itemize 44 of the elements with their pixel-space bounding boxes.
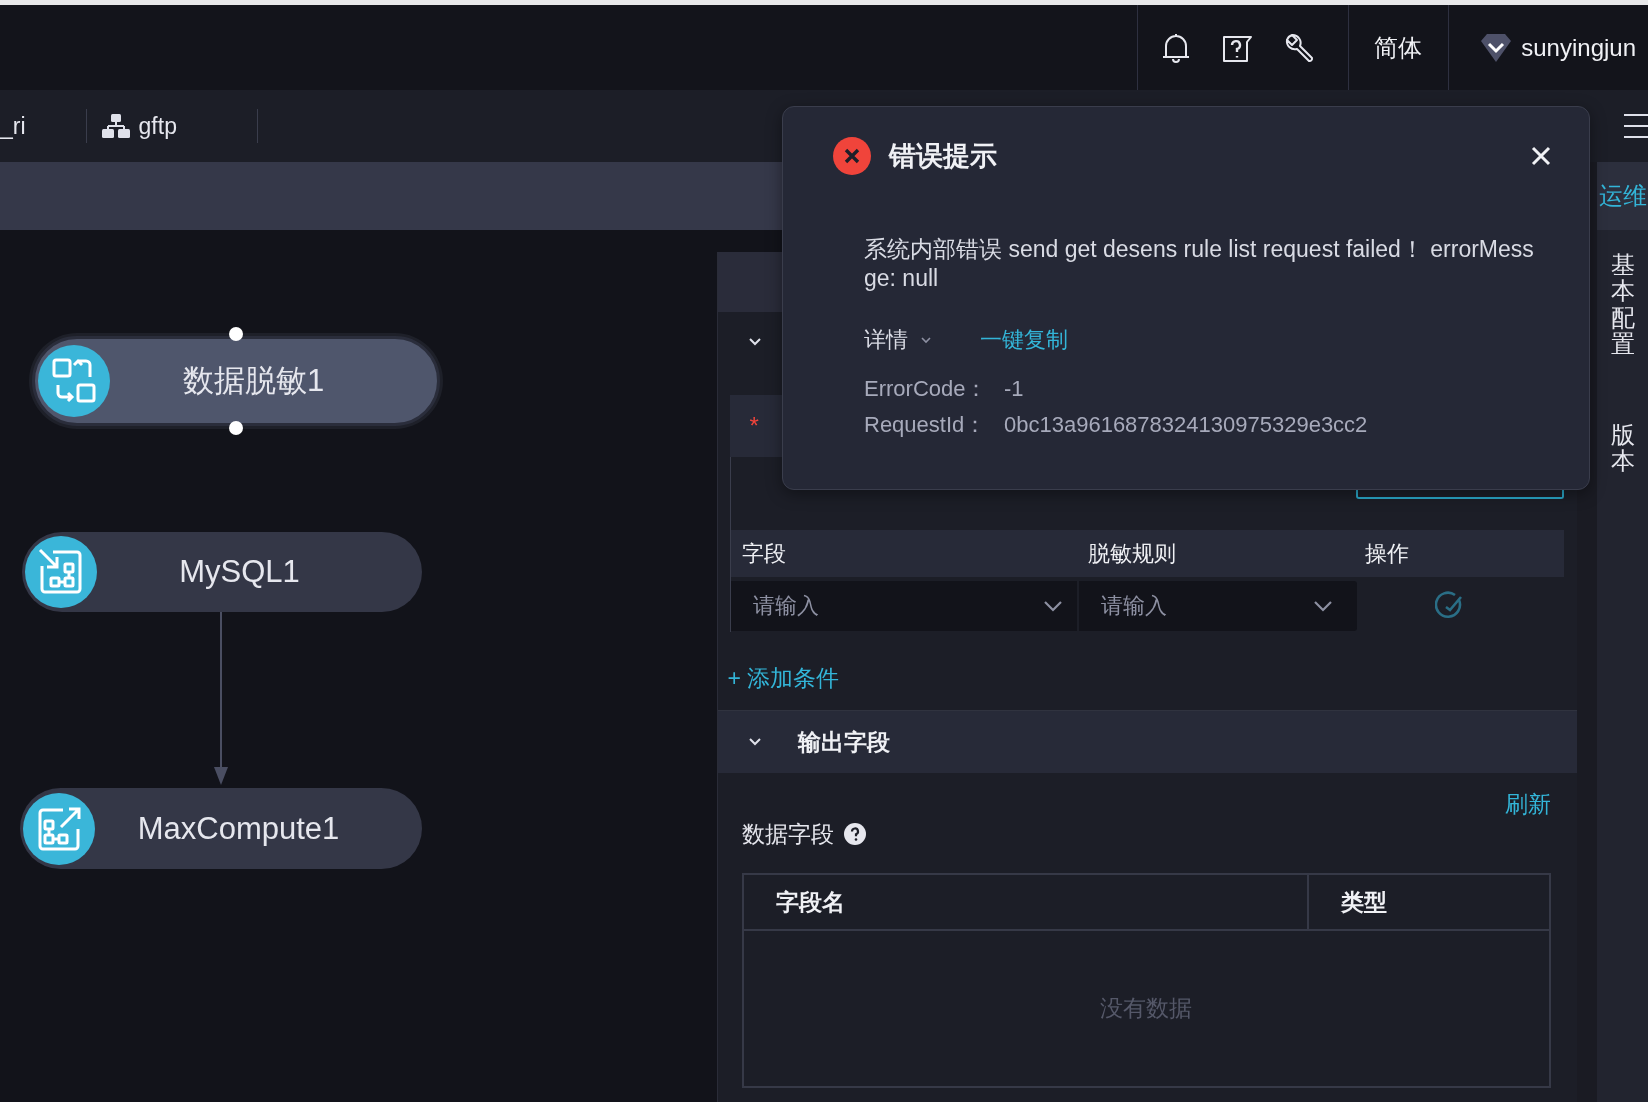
diamond-icon (1479, 32, 1514, 63)
error-message: 系统内部错误 send get desens rule list request failed！ errorMess ge: null (864, 235, 1535, 293)
detail-label: RequestId： (864, 411, 988, 439)
section-title: 输出字段 (797, 727, 890, 757)
required-mark: * (749, 412, 759, 440)
dialog-title: 错误提示 (889, 140, 997, 173)
add-condition-link[interactable]: + 添加条件 (727, 662, 840, 694)
workflow-tab[interactable]: _ri (0, 112, 86, 140)
hierarchy-icon (100, 113, 131, 139)
workflow-node[interactable]: 数据脱敏1 (32, 336, 440, 426)
column-header: 字段名 (775, 887, 845, 917)
help-icon[interactable] (843, 823, 866, 845)
details-toggle[interactable]: 详情 (864, 325, 908, 355)
detail-value: 0bc13a9616878324130975329e3cc2 (1004, 412, 1368, 438)
column-header: 操作 (1363, 539, 1409, 568)
select-field[interactable]: 请输入 (730, 581, 1077, 631)
side-tab[interactable]: 版本 (1610, 421, 1635, 475)
select-field[interactable]: 请输入 (1078, 581, 1357, 631)
workflow-tab[interactable]: gftp (86, 112, 257, 140)
workflow-node[interactable]: MaxCompute1 (20, 788, 422, 869)
anchor-point[interactable] (229, 421, 243, 435)
refresh-link[interactable]: 刷新 (1505, 789, 1551, 819)
close-icon[interactable] (1531, 146, 1551, 166)
column-header: 类型 (1340, 887, 1387, 917)
import-icon (25, 536, 97, 608)
error-icon (833, 137, 871, 175)
user-name[interactable]: sunyingjun (1521, 33, 1636, 62)
chevron-icon (1042, 600, 1063, 612)
menu-icon[interactable] (1624, 113, 1648, 139)
column-header: 脱敏规则 (1086, 539, 1177, 568)
language-menu[interactable]: 简体 (1374, 31, 1423, 64)
copy-link[interactable]: 一键复制 (980, 325, 1068, 355)
column-header: 字段 (740, 539, 787, 568)
anchor-point[interactable] (229, 327, 243, 341)
workflow-node[interactable]: MySQL1 (22, 532, 422, 612)
chevron-icon (1312, 600, 1333, 612)
side-tab[interactable]: 基本配置 (1610, 252, 1635, 358)
swap-icon (38, 345, 110, 417)
empty-text: 没有数据 (1100, 994, 1193, 1023)
side-tab[interactable]: 运维 (1597, 162, 1648, 230)
field-label: 数据字段 (741, 819, 834, 849)
export-icon (23, 792, 95, 865)
detail-value: -1 (1004, 376, 1024, 402)
detail-label: ErrorCode： (864, 375, 989, 403)
